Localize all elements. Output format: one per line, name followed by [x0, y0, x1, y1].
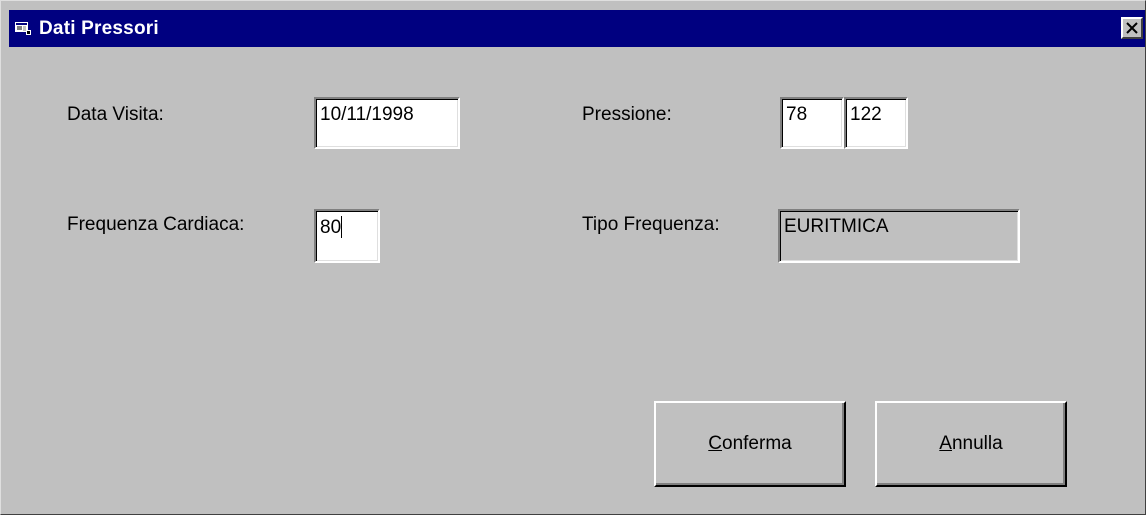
- text-caret: [341, 216, 343, 238]
- data-visita-input[interactable]: 10/11/1998: [314, 97, 460, 149]
- conferma-button[interactable]: Conferma: [654, 401, 846, 487]
- tipo-frequenza-field: EURITMICA: [778, 209, 1020, 263]
- close-icon: [1126, 22, 1138, 34]
- frequenza-cardiaca-value: 80: [320, 217, 342, 238]
- pressione-max-input[interactable]: 122: [844, 97, 908, 149]
- title-bar[interactable]: Dati Pressori: [9, 10, 1145, 47]
- data-visita-value: 10/11/1998: [320, 104, 414, 125]
- dialog-window: Dati Pressori Data Visita: 10/11/1998 Pr…: [0, 0, 1146, 515]
- frequenza-cardiaca-input[interactable]: 80: [314, 209, 380, 263]
- app-window-icon: [15, 21, 31, 35]
- tipo-frequenza-label: Tipo Frequenza:: [582, 214, 720, 235]
- annulla-button-label: Annulla: [939, 433, 1003, 454]
- annulla-button[interactable]: Annulla: [875, 401, 1067, 487]
- window-title: Dati Pressori: [39, 18, 159, 39]
- pressione-min-input[interactable]: 78: [780, 97, 844, 149]
- frequenza-cardiaca-label: Frequenza Cardiaca:: [67, 214, 245, 235]
- data-visita-label: Data Visita:: [67, 104, 164, 125]
- pressione-label: Pressione:: [582, 104, 672, 125]
- pressione-min-value: 78: [786, 104, 808, 125]
- conferma-button-label: Conferma: [708, 433, 792, 454]
- close-button[interactable]: [1121, 17, 1143, 39]
- tipo-frequenza-value: EURITMICA: [784, 216, 889, 237]
- pressione-max-value: 122: [850, 104, 882, 125]
